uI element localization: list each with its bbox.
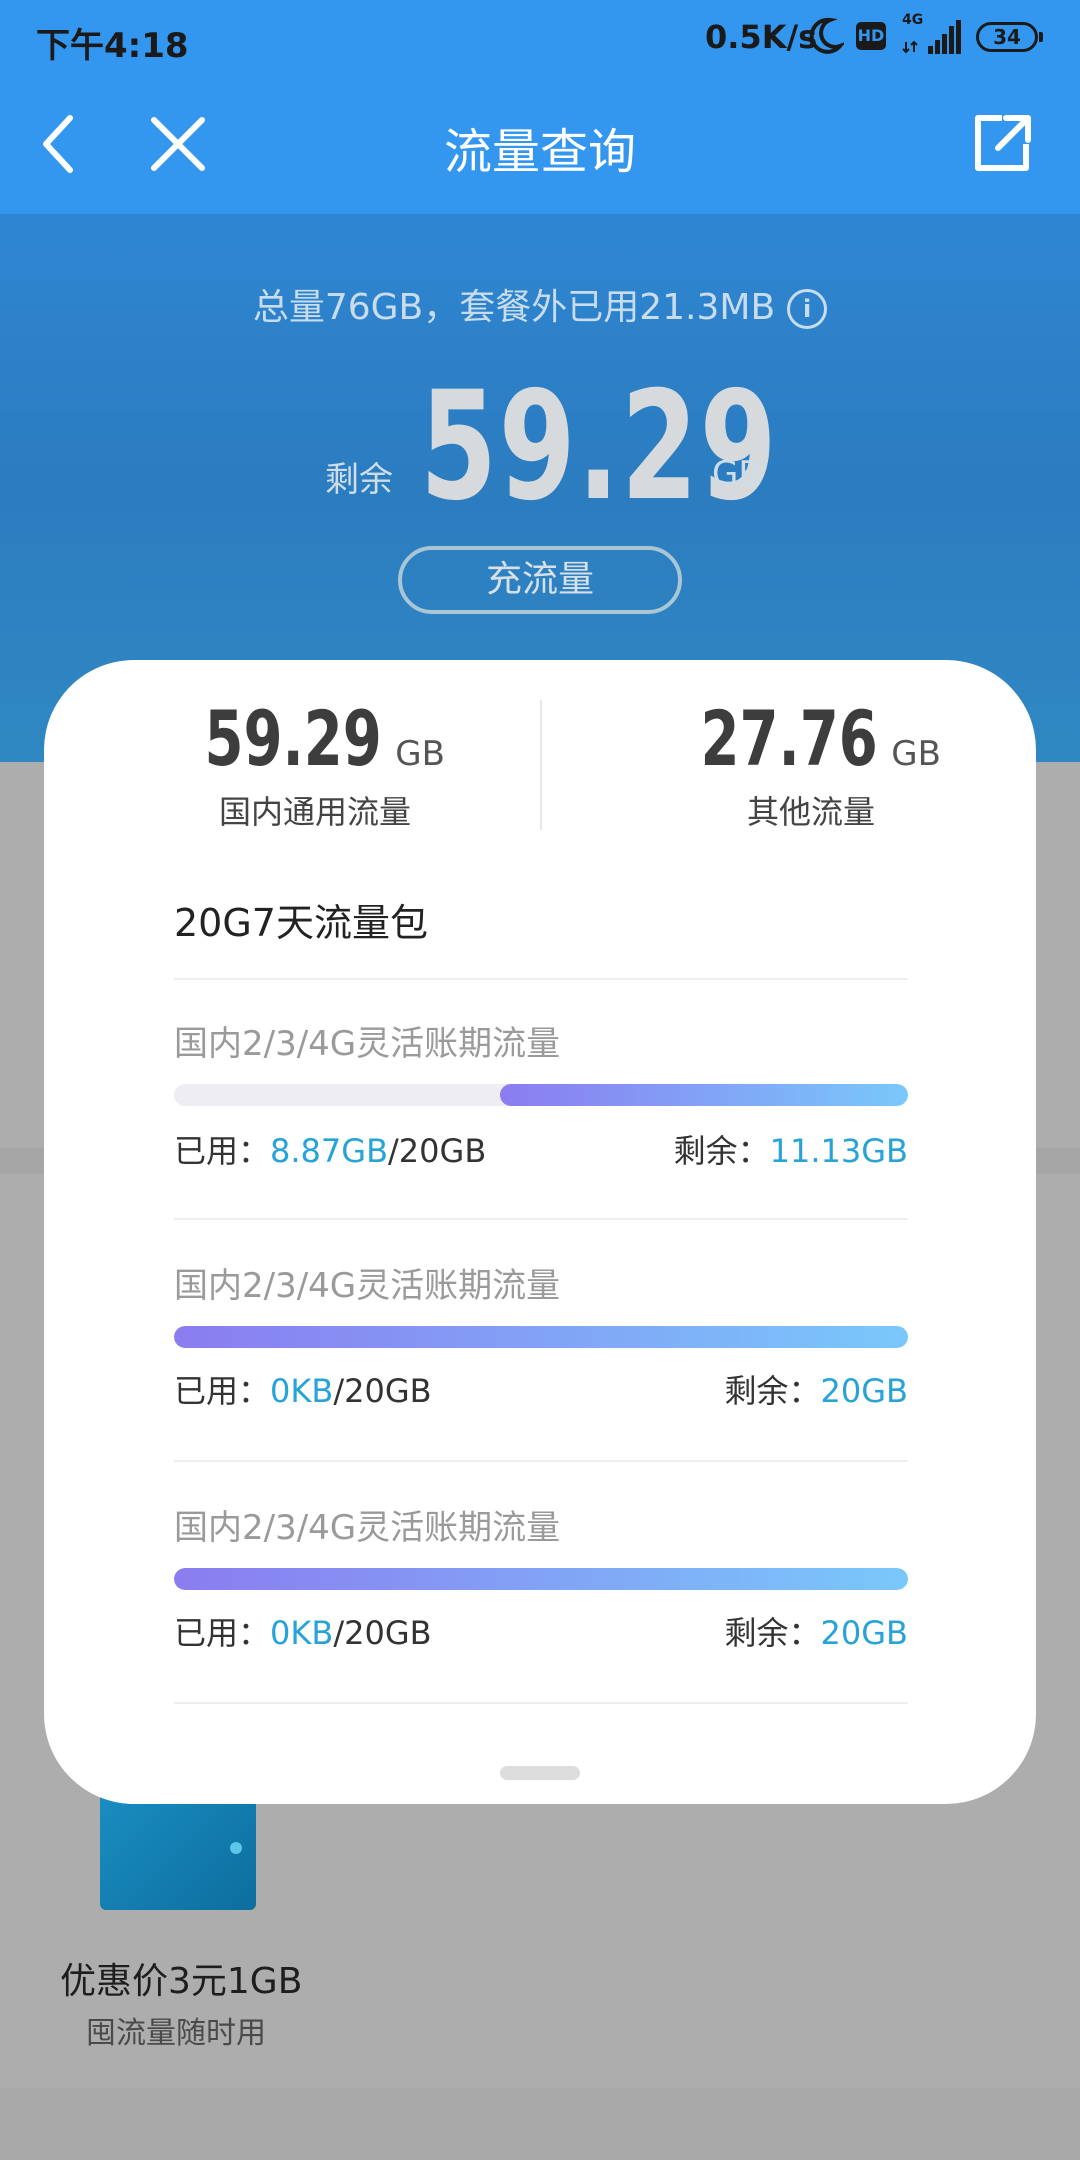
remain-label: 剩余：: [724, 1614, 821, 1652]
usage-bar: [174, 1326, 908, 1348]
row-divider: [174, 1460, 908, 1462]
remain-value: 20GB: [820, 1372, 908, 1410]
remain-label: 剩余: [325, 460, 393, 500]
remain-text: 剩余：20GB: [725, 1366, 908, 1412]
promo-subtitle: 囤流量随时用: [86, 2016, 266, 2051]
remain-value: 11.13GB: [769, 1132, 908, 1170]
remain-value: 20GB: [820, 1614, 908, 1652]
remain-value: 59.29: [420, 360, 779, 534]
traffic-detail-card: 59.29 GB 国内通用流量 27.76 GB 其他流量 20G7天流量包 国内2…: [44, 660, 1036, 1804]
battery-icon: 34: [976, 22, 1043, 52]
usage-bar: [174, 1568, 908, 1590]
row-title: 国内2/3/4G灵活账期流量: [174, 1508, 561, 1548]
row-title: 国内2/3/4G灵活账期流量: [174, 1266, 561, 1306]
info-icon[interactable]: i: [787, 289, 828, 329]
status-bar: 下午4:18 0.5K/s HD 4G 34: [0, 0, 1080, 76]
used-label: 已用：: [174, 1132, 271, 1170]
summary-text: 总量76GB，套餐外已用21.3MB: [252, 287, 776, 328]
remain-text: 剩余：11.13GB: [674, 1126, 908, 1172]
row-title: 国内2/3/4G灵活账期流量: [174, 1024, 561, 1064]
total-value: /20GB: [333, 1372, 432, 1410]
total-value: /20GB: [388, 1132, 487, 1170]
stat-other: 27.76 GB 其他流量: [586, 694, 1036, 833]
network-speed: 0.5K/s: [705, 18, 818, 56]
remain-label: 剩余：: [724, 1372, 821, 1410]
remain-text: 剩余：20GB: [725, 1608, 908, 1654]
stat-unit: GB: [395, 734, 445, 774]
used-value: 0KB: [270, 1614, 334, 1652]
row-divider: [174, 978, 908, 980]
stat-value: 27.76: [700, 694, 878, 783]
status-time: 下午4:18: [36, 26, 189, 66]
stat-unit: GB: [891, 734, 941, 774]
card-dot: [230, 1842, 242, 1854]
row-divider: [174, 1218, 908, 1220]
nav-bar: 流量查询: [0, 76, 1080, 214]
share-icon: [975, 115, 1031, 171]
remain-label: 剩余：: [673, 1132, 770, 1170]
used-value: 8.87GB: [270, 1132, 389, 1170]
pack-title: 20G7天流量包: [174, 901, 428, 945]
stat-label: 其他流量: [746, 793, 875, 831]
promo-card-image[interactable]: [100, 1786, 256, 1910]
drag-handle[interactable]: [500, 1766, 580, 1780]
moon-icon: [808, 16, 847, 60]
traffic-summary: 总量76GB，套餐外已用21.3MB i: [0, 278, 1080, 330]
usage-bar-fill: [499, 1084, 908, 1106]
stat-label: 国内通用流量: [218, 793, 411, 831]
page-title: 流量查询: [443, 124, 636, 180]
hd-icon: HD: [856, 22, 886, 50]
bottom-divider: [0, 2088, 1080, 2160]
usage-bar-fill: [174, 1326, 908, 1348]
row-divider: [174, 1702, 908, 1704]
usage-bar-fill: [174, 1568, 908, 1590]
used-text: 已用：8.87GB/20GB: [174, 1126, 486, 1172]
used-value: 0KB: [270, 1372, 334, 1410]
total-value: /20GB: [333, 1614, 432, 1652]
used-text: 已用：0KB/20GB: [174, 1608, 432, 1654]
used-text: 已用：0KB/20GB: [174, 1366, 432, 1412]
share-button[interactable]: [962, 104, 1042, 184]
stat-domestic: 59.29 GB 国内通用流量: [90, 694, 540, 833]
remain-unit: GB: [712, 454, 762, 494]
promo-title[interactable]: 优惠价3元1GB: [60, 1952, 302, 2004]
stat-divider: [540, 700, 542, 830]
usage-bar: [174, 1084, 908, 1106]
used-label: 已用：: [174, 1372, 271, 1410]
used-label: 已用：: [174, 1614, 271, 1652]
stat-value: 59.29: [204, 694, 382, 783]
recharge-button[interactable]: 充流量: [398, 546, 682, 614]
